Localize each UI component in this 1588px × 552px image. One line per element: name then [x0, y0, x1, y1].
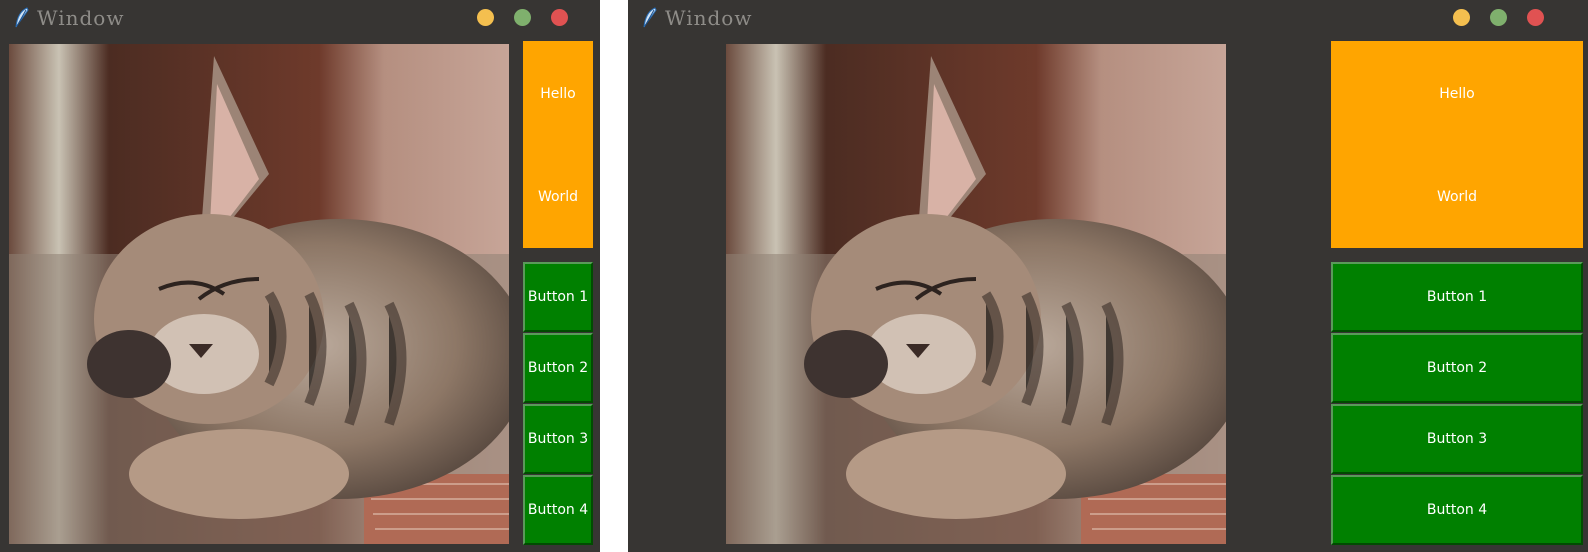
minimize-button[interactable] [1453, 9, 1470, 26]
button-1[interactable]: Button 1 [1331, 262, 1583, 332]
app-window: Window Hello World Button 1 Button 2 But… [628, 0, 1588, 552]
hello-world-panel: Hello World [523, 41, 593, 248]
cat-photo [726, 44, 1226, 544]
maximize-button[interactable] [1490, 9, 1507, 26]
button-3[interactable]: Button 3 [1331, 404, 1583, 474]
title-bar[interactable]: Window [628, 0, 1588, 36]
app-window: Window Hello World Button 1 Button 2 But… [0, 0, 600, 552]
button-1[interactable]: Button 1 [523, 262, 593, 332]
window-title: Window [665, 6, 753, 30]
feather-icon [643, 7, 657, 28]
button-4[interactable]: Button 4 [523, 475, 593, 545]
close-button[interactable] [551, 9, 568, 26]
button-2[interactable]: Button 2 [523, 333, 593, 403]
window-title: Window [37, 6, 125, 30]
button-3[interactable]: Button 3 [523, 404, 593, 474]
hello-label: Hello [1439, 86, 1475, 102]
feather-icon [15, 7, 29, 28]
cat-photo [9, 44, 509, 544]
maximize-button[interactable] [514, 9, 531, 26]
minimize-button[interactable] [477, 9, 494, 26]
world-label: World [537, 189, 579, 205]
title-bar[interactable]: Window [0, 0, 600, 36]
button-4[interactable]: Button 4 [1331, 475, 1583, 545]
hello-world-panel: Hello World [1331, 41, 1583, 248]
button-2[interactable]: Button 2 [1331, 333, 1583, 403]
hello-label: Hello [540, 86, 576, 102]
close-button[interactable] [1527, 9, 1544, 26]
world-label: World [1436, 189, 1478, 205]
